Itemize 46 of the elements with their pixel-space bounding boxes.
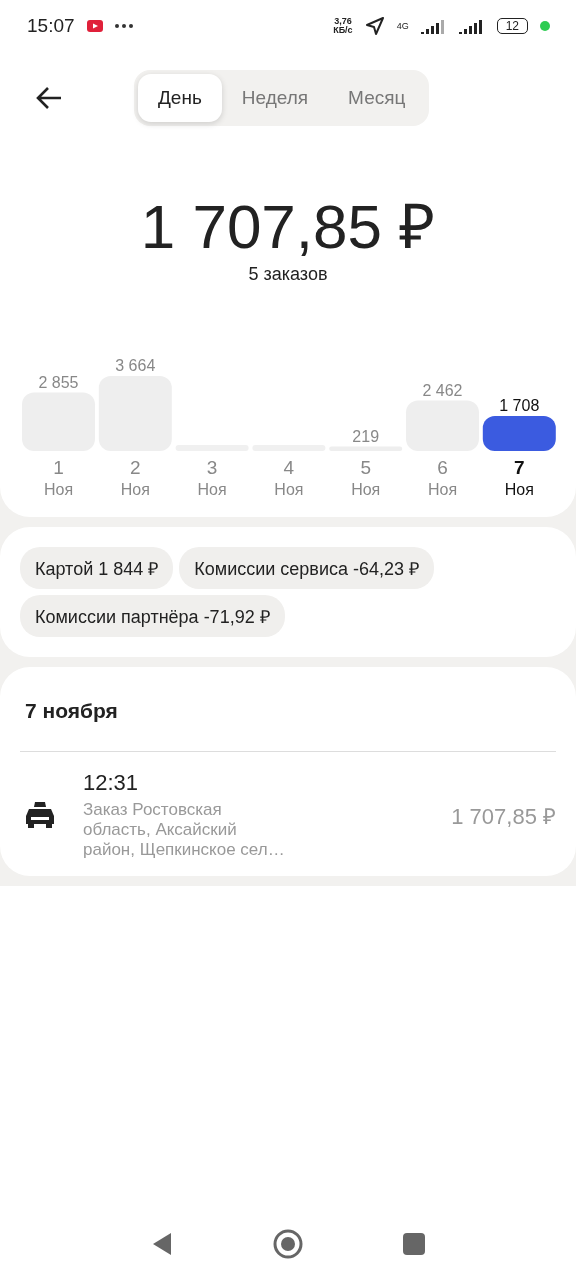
battery-level: 12 [496, 18, 528, 34]
month-label: Ноя [197, 481, 227, 498]
bar-value: 219 [352, 427, 380, 445]
month-label: Ноя [120, 481, 150, 498]
network-type: 4G [396, 21, 409, 31]
location-icon [364, 16, 385, 36]
order-amount: 1 707,85 ₽ [451, 803, 556, 830]
order-time: 12:31 [83, 770, 140, 796]
day-bar[interactable] [482, 416, 556, 451]
recents-nav-button[interactable] [403, 1233, 425, 1255]
signal-icon [420, 18, 447, 34]
period-tab[interactable]: День [138, 74, 222, 122]
network-speed: 3,76 КБ/с [333, 17, 353, 35]
order-address: Заказ Ростовская область, Аксайский район, Щепкинское сел… [83, 800, 286, 860]
video-app-icon [86, 20, 103, 32]
day-label: 1 [53, 457, 64, 478]
date-heading: 7 ноября [20, 687, 556, 752]
day-label: 6 [437, 457, 448, 478]
period-tab[interactable]: Месяц [328, 74, 426, 122]
bar-value: 3 664 [115, 357, 156, 374]
taxi-car-icon [25, 802, 55, 828]
total-amount: 1 707,85 ₽ [140, 196, 436, 258]
day-label: 7 [514, 457, 525, 478]
orders-count: 5 заказов [248, 264, 328, 285]
status-dot-icon [540, 21, 550, 31]
day-label: 5 [360, 457, 371, 478]
back-nav-button[interactable] [151, 1232, 173, 1256]
month-label: Ноя [504, 481, 534, 498]
summary-chip: Комиссии партнёра -71,92 ₽ [20, 595, 285, 637]
day-label: 2 [130, 457, 141, 478]
month-label: Ноя [351, 481, 381, 498]
month-label: Ноя [427, 481, 458, 498]
status-time: 15:07 [27, 15, 75, 37]
bar-value: 2 855 [38, 373, 79, 391]
day-label: 4 [283, 457, 295, 478]
day-label: 3 [206, 457, 218, 478]
month-label: Ноя [43, 481, 74, 498]
more-icon [114, 24, 133, 28]
summary-chip: Картой 1 844 ₽ [20, 547, 174, 589]
home-nav-button[interactable] [273, 1229, 303, 1259]
period-tab[interactable]: Неделя [221, 74, 329, 122]
signal-icon [458, 18, 485, 34]
bar-value: 2 462 [422, 381, 463, 399]
summary-chip: Комиссии сервиса -64,23 ₽ [179, 547, 434, 589]
month-label: Ноя [274, 481, 304, 498]
bar-value: 1 708 [499, 397, 540, 415]
